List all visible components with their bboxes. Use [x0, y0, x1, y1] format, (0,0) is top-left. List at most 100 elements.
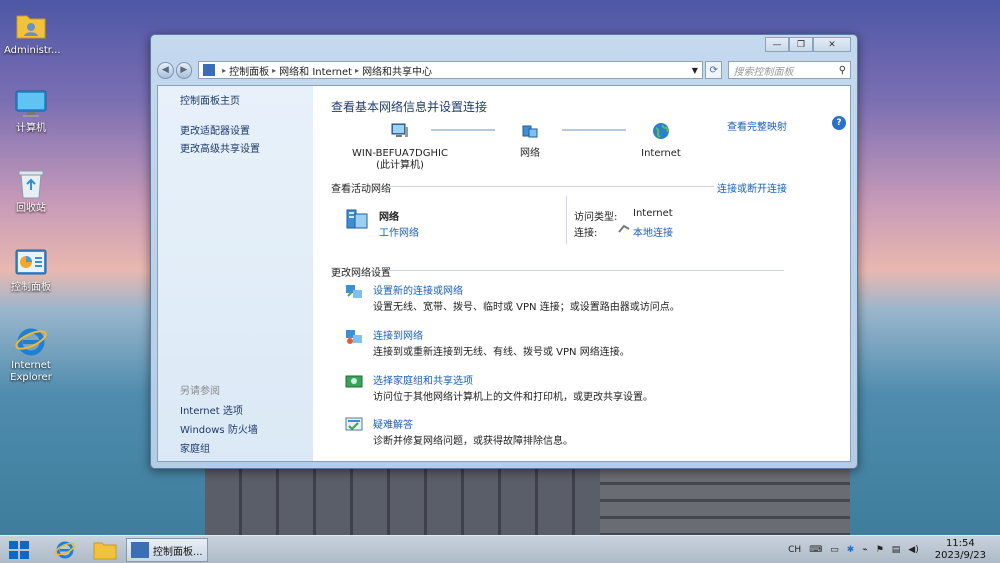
window-controls: — ❐ ✕ [765, 37, 851, 52]
taskbar-app-label: 控制面板... [153, 546, 203, 558]
taskbar-app-control-panel[interactable]: 控制面板... [126, 538, 208, 562]
divider [388, 186, 714, 187]
left-navigation-pane: 控制面板主页 更改适配器设置 更改高级共享设置 另请参阅 Internet 选项… [158, 86, 313, 461]
file-explorer-icon[interactable] [92, 539, 118, 561]
forward-button[interactable]: ▶ [175, 61, 193, 79]
windows-firewall-link[interactable]: Windows 防火墙 [180, 421, 258, 436]
task-title[interactable]: 连接到网络 [373, 327, 423, 342]
divider [388, 270, 784, 271]
volume-icon[interactable]: ◀) [908, 545, 918, 555]
network-node-label: 网络 [520, 148, 540, 159]
breadcrumb-network-internet[interactable]: 网络和 Internet [279, 63, 352, 78]
desktop-icon-label: Administr... [4, 45, 61, 56]
system-tray: CH ⌨ ▭ ✱ ⌁ ⚑ ▤ ◀) 11:54 2023/9/23 [784, 536, 1000, 563]
control-panel-icon [203, 64, 216, 76]
troubleshoot-icon [345, 416, 363, 434]
change-adapter-settings-link[interactable]: 更改适配器设置 [180, 122, 250, 137]
clock-date: 2023/9/23 [934, 550, 986, 561]
task-title[interactable]: 疑难解答 [373, 416, 413, 431]
search-input[interactable]: 搜索控制面板 ⚲ [728, 61, 852, 79]
computer-icon [391, 122, 409, 140]
back-button[interactable]: ◀ [157, 61, 174, 79]
ie-icon[interactable] [52, 539, 78, 561]
desktop-icon-computer[interactable]: 计算机 [4, 88, 58, 135]
task-title[interactable]: 设置新的连接或网络 [373, 282, 463, 297]
network-sharing-center-window: — ❐ ✕ ◀ ▶ ▸ 控制面板 ▸ 网络和 Internet ▸ 网络和共享中… [150, 34, 858, 469]
desktop-icon-label: 回收站 [16, 203, 46, 214]
connection-line [562, 129, 626, 131]
pier-planks [600, 468, 850, 535]
control-panel-icon [14, 247, 48, 279]
clock[interactable]: 11:54 2023/9/23 [935, 538, 986, 562]
start-button[interactable] [8, 540, 30, 560]
desktop-icon-ie[interactable]: Internet Explorer [4, 325, 58, 384]
breadcrumb-control-panel[interactable]: 控制面板 [229, 63, 269, 78]
see-also-heading: 另请参阅 [180, 386, 220, 397]
control-panel-icon [131, 542, 149, 558]
user-folder-icon [14, 10, 48, 42]
homegroup-link[interactable]: 家庭组 [180, 440, 210, 455]
globe-icon [652, 122, 670, 140]
help-icon[interactable]: ? [832, 116, 846, 130]
task-description: 连接到或重新连接到无线、有线、拨号或 VPN 网络连接。 [373, 347, 630, 358]
network-node: 网络 [505, 122, 555, 160]
breadcrumb-network-sharing-center[interactable]: 网络和共享中心 [362, 63, 432, 78]
homegroup-icon [345, 372, 363, 390]
page-title: 查看基本网络信息并设置连接 [331, 100, 488, 114]
computer-icon [14, 88, 48, 120]
task-description: 访问位于其他网络计算机上的文件和打印机，或更改共享设置。 [373, 392, 653, 403]
connect-disconnect-link[interactable]: 连接或断开连接 [717, 180, 787, 195]
main-pane: ? 查看基本网络信息并设置连接 查看完整映射 WIN-BEFUA7DGHIC (… [313, 86, 850, 461]
chevron-down-icon[interactable]: ▼ [692, 66, 698, 75]
ie-icon [14, 325, 48, 357]
internet-options-link[interactable]: Internet 选项 [180, 402, 243, 417]
chevron-right-icon: ▸ [222, 65, 227, 75]
network-tray-icon[interactable]: ⌁ [862, 545, 867, 555]
ethernet-icon [618, 224, 630, 234]
minimize-button[interactable]: — [765, 37, 789, 52]
address-bar[interactable]: ▸ 控制面板 ▸ 网络和 Internet ▸ 网络和共享中心 ▼ [198, 61, 703, 79]
action-center-icon[interactable]: ▤ [892, 545, 901, 555]
computer-sub: (此计算机) [376, 160, 424, 171]
bluetooth-icon[interactable]: ✱ [847, 545, 855, 555]
local-connection-link[interactable]: 本地连接 [633, 224, 673, 239]
navigation-bar: ◀ ▶ ▸ 控制面板 ▸ 网络和 Internet ▸ 网络和共享中心 ▼ ⟳ … [157, 59, 852, 81]
task-title[interactable]: 选择家庭组和共享选项 [373, 372, 473, 387]
network-name: 网络 [379, 212, 399, 223]
internet-node-label: Internet [641, 148, 681, 159]
work-network-icon[interactable] [345, 206, 371, 232]
recycle-bin-icon [14, 168, 48, 200]
taskbar: 控制面板... CH ⌨ ▭ ✱ ⌁ ⚑ ▤ ◀) 11:54 2023/9/2… [0, 535, 1000, 563]
chevron-right-icon: ▸ [355, 65, 360, 75]
desktop-icon-administrator[interactable]: Administr... [4, 10, 61, 57]
keyboard-icon[interactable]: ⌨ [809, 545, 822, 555]
desktop-icon-label: 控制面板 [11, 282, 51, 293]
internet-node: Internet [631, 122, 691, 160]
maximize-button[interactable]: ❐ [789, 37, 813, 52]
close-button[interactable]: ✕ [813, 37, 851, 52]
desktop-icon-control-panel[interactable]: 控制面板 [4, 247, 58, 294]
task-description: 诊断并修复网络问题，或获得故障排除信息。 [373, 436, 573, 447]
search-icon[interactable]: ⚲ [839, 65, 846, 76]
change-advanced-sharing-link[interactable]: 更改高级共享设置 [180, 140, 260, 155]
change-settings-heading: 更改网络设置 [331, 268, 391, 279]
network-type-link[interactable]: 工作网络 [379, 224, 419, 239]
view-full-map-link[interactable]: 查看完整映射 [727, 118, 787, 133]
refresh-button[interactable]: ⟳ [704, 61, 723, 79]
connection-line [431, 129, 495, 131]
device-icon[interactable]: ▭ [830, 545, 839, 555]
clock-time: 11:54 [945, 538, 975, 549]
input-language[interactable]: CH [788, 545, 801, 555]
flag-icon[interactable]: ⚑ [876, 545, 884, 555]
connection-label: 连接: [574, 228, 598, 239]
task-description: 设置无线、宽带、拨号、临时或 VPN 连接；或设置路由器或访问点。 [373, 302, 680, 313]
access-type-value: Internet [633, 208, 673, 219]
network-icon [521, 122, 539, 140]
desktop-icon-recycle-bin[interactable]: 回收站 [4, 168, 58, 215]
vertical-divider [566, 196, 567, 244]
content-area: 控制面板主页 更改适配器设置 更改高级共享设置 另请参阅 Internet 选项… [157, 85, 851, 462]
control-panel-home-link[interactable]: 控制面板主页 [180, 92, 240, 107]
access-type-label: 访问类型: [574, 212, 618, 223]
connect-network-icon [345, 327, 363, 345]
computer-name: WIN-BEFUA7DGHIC [352, 148, 448, 159]
